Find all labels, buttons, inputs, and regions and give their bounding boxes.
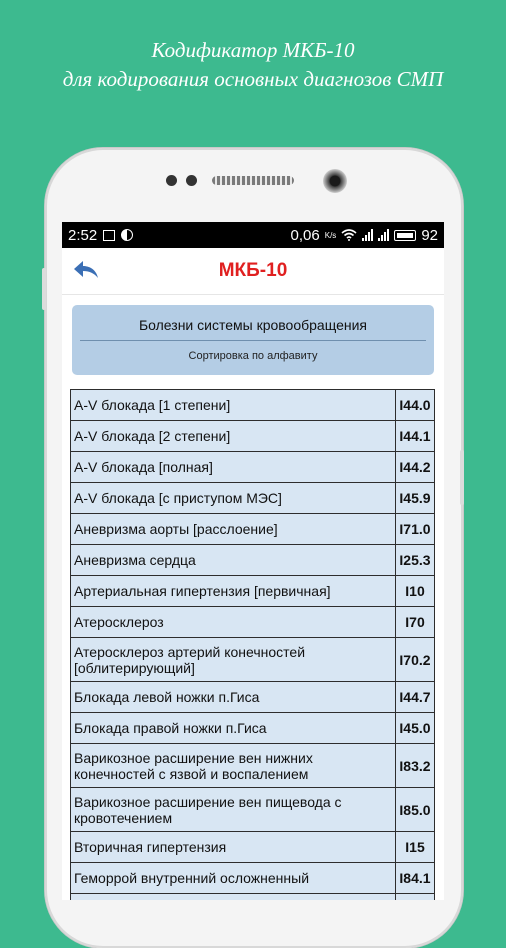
- icd-code: I84.1: [395, 862, 435, 894]
- battery-level: 92: [421, 226, 438, 244]
- phone-power-button: [460, 450, 464, 505]
- icd-code: I44.7: [395, 681, 435, 713]
- sensor-dot: [166, 175, 177, 186]
- table-row[interactable]: Аневризма сердца I25.3: [70, 544, 435, 576]
- diagnosis-name: Блокада правой ножки п.Гиса: [70, 712, 396, 744]
- icd-code: I70: [395, 606, 435, 638]
- table-row[interactable]: A-V блокада [полная] I44.2: [70, 451, 435, 483]
- icd-code: I15: [395, 831, 435, 863]
- icd-code: I84.4: [395, 893, 435, 900]
- icd-code: I71.0: [395, 513, 435, 545]
- status-bar: 2:52 0,06 K/s 92: [62, 222, 444, 248]
- diagnosis-name: Аневризма аорты [расслоение]: [70, 513, 396, 545]
- icd-code: I44.2: [395, 451, 435, 483]
- earpiece-speaker: [212, 176, 294, 185]
- diagnosis-name: Геморрой наружный осложненный: [70, 893, 396, 900]
- front-camera: [323, 169, 347, 193]
- icd-code: I85.0: [395, 787, 435, 832]
- diagnosis-name: A-V блокада [1 степени]: [70, 389, 396, 421]
- table-row[interactable]: Геморрой внутренний осложненный I84.1: [70, 862, 435, 894]
- table-row[interactable]: Атеросклероз артерий конечностей [облите…: [70, 637, 435, 682]
- promo-caption: Кодификатор МКБ-10 для кодирования основ…: [0, 36, 506, 94]
- divider: [80, 340, 426, 341]
- diagnosis-name: A-V блокада [полная]: [70, 451, 396, 483]
- promo-title: Кодификатор МКБ-10: [151, 38, 355, 62]
- icd-code: I25.3: [395, 544, 435, 576]
- image-icon: [103, 229, 116, 241]
- diagnosis-name: A-V блокада [2 степени]: [70, 420, 396, 452]
- diagnosis-name: Геморрой внутренний осложненный: [70, 862, 396, 894]
- status-time: 2:52: [68, 226, 98, 244]
- icd-code: I44.0: [395, 389, 435, 421]
- table-row[interactable]: Вторичная гипертензия I15: [70, 831, 435, 863]
- diagnosis-table: A-V блокада [1 степени] I44.0 A-V блокада …: [70, 389, 435, 900]
- icd-code: I83.2: [395, 743, 435, 788]
- table-row[interactable]: Блокада правой ножки п.Гиса I45.0: [70, 712, 435, 744]
- phone-screen: 2:52 0,06 K/s 92 МКБ-10 Болезни системы …: [62, 222, 444, 900]
- app-bar: МКБ-10: [62, 248, 444, 295]
- table-row[interactable]: Атеросклероз I70: [70, 606, 435, 638]
- icd-code: I44.1: [395, 420, 435, 452]
- diagnosis-name: A-V блокада [с приступом МЭС]: [70, 482, 396, 514]
- diagnosis-name: Варикозное расширение вен нижних конечно…: [70, 743, 396, 788]
- table-row[interactable]: Артериальная гипертензия [первичная] I10: [70, 575, 435, 607]
- sensor-dot: [186, 175, 197, 186]
- table-row[interactable]: Геморрой наружный осложненныйI84.4: [70, 893, 435, 900]
- icd-code: I45.9: [395, 482, 435, 514]
- diagnosis-name: Артериальная гипертензия [первичная]: [70, 575, 396, 607]
- category-header-card: Болезни системы кровообращения Сортировк…: [72, 305, 434, 375]
- battery-icon: [394, 229, 417, 241]
- 3g-signal-icon: [378, 229, 390, 241]
- icd-code: I70.2: [395, 637, 435, 682]
- app-title: МКБ-10: [218, 260, 288, 281]
- network-speed: 0,06: [290, 226, 320, 244]
- table-row[interactable]: Варикозное расширение вен пищевода с кро…: [70, 787, 435, 832]
- category-title: Болезни системы кровообращения: [138, 317, 368, 333]
- diagnosis-name: Блокада левой ножки п.Гиса: [70, 681, 396, 713]
- network-speed-unit: K/s: [324, 230, 337, 240]
- icd-code: I45.0: [395, 712, 435, 744]
- wifi-icon: [341, 229, 357, 241]
- diagnosis-name: Варикозное расширение вен пищевода с кро…: [70, 787, 396, 832]
- sync-icon: [121, 229, 134, 241]
- table-row[interactable]: Варикозное расширение вен нижних конечно…: [70, 743, 435, 788]
- icd-code: I10: [395, 575, 435, 607]
- diagnosis-name: Атеросклероз: [70, 606, 396, 638]
- table-row[interactable]: A-V блокада [1 степени] I44.0: [70, 389, 435, 421]
- table-row[interactable]: Блокада левой ножки п.Гиса I44.7: [70, 681, 435, 713]
- diagnosis-name: Атеросклероз артерий конечностей [облите…: [70, 637, 396, 682]
- table-row[interactable]: Аневризма аорты [расслоение] I71.0: [70, 513, 435, 545]
- table-row[interactable]: A-V блокада [2 степени] I44.1: [70, 420, 435, 452]
- diagnosis-name: Аневризма сердца: [70, 544, 396, 576]
- phone-volume-button: [42, 268, 46, 310]
- sort-label[interactable]: Сортировка по алфавиту: [72, 350, 434, 362]
- promo-subtitle: для кодирования основных диагнозов СМП: [62, 67, 444, 91]
- diagnosis-name: Вторичная гипертензия: [70, 831, 396, 863]
- signal-icon: [362, 229, 374, 241]
- table-row[interactable]: A-V блокада [с приступом МЭС] I45.9: [70, 482, 435, 514]
